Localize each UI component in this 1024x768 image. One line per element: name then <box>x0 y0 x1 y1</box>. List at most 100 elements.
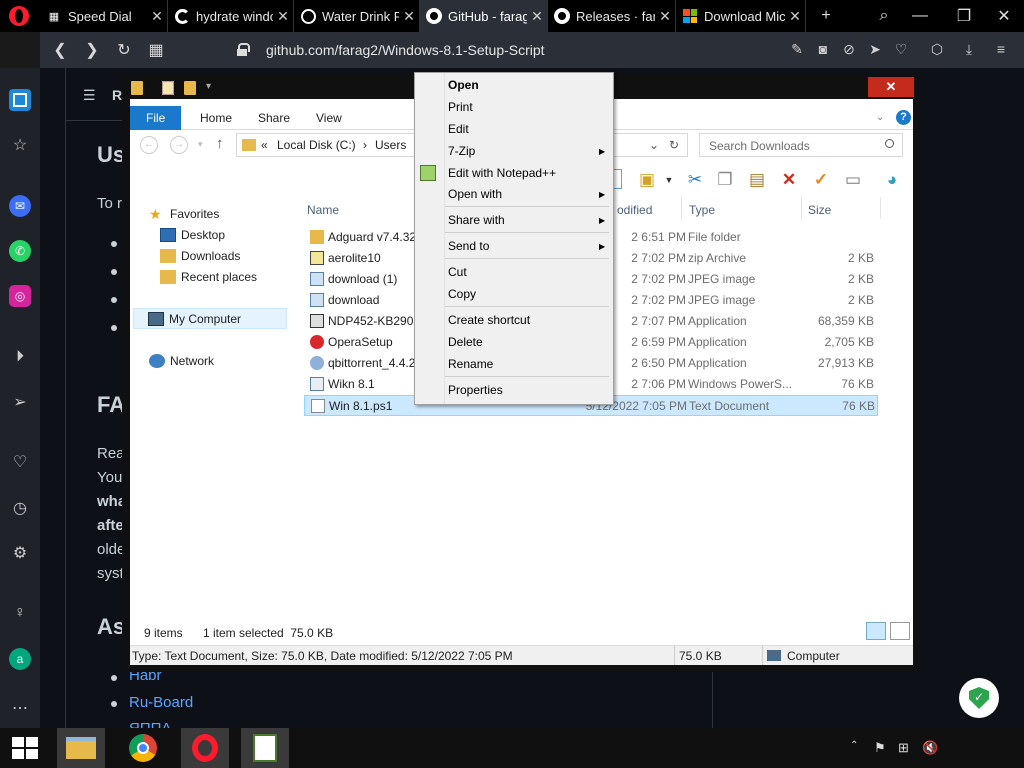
tab-hydrate[interactable]: hydrate windo ✕ <box>168 0 294 32</box>
column-size[interactable]: Size <box>808 203 831 217</box>
file-explorer-taskbar-button[interactable] <box>57 728 105 768</box>
refresh-icon[interactable]: ↻ <box>669 138 679 152</box>
checkmark-icon[interactable]: ✓ <box>810 169 832 191</box>
menu-item-cut[interactable]: Cut <box>448 265 467 279</box>
paste-icon[interactable]: ▤ <box>746 169 768 191</box>
vpn-shield-button[interactable]: ✓ <box>959 678 999 718</box>
heart-icon[interactable]: ♡ <box>892 41 910 58</box>
forward-icon[interactable]: ❯ <box>82 40 102 60</box>
menu-item-open-with[interactable]: Open with <box>448 187 502 201</box>
notepadpp-taskbar-button[interactable] <box>241 728 289 768</box>
player-icon[interactable]: ⏵ <box>9 346 31 368</box>
adblock-icon[interactable]: ⊘ <box>840 41 858 58</box>
tab-home[interactable]: Home <box>188 106 244 130</box>
delete-icon[interactable]: ✕ <box>778 169 800 191</box>
amazon-icon[interactable]: a <box>9 648 31 670</box>
search-input[interactable]: Search Downloads <box>699 133 903 157</box>
link-yappa[interactable]: ЯППА <box>129 720 171 728</box>
globe-icon[interactable]: ◕ <box>881 169 903 191</box>
lightbulb-icon[interactable]: ♀ <box>9 602 31 624</box>
qat-dropdown-icon[interactable]: ▾ <box>206 81 218 95</box>
heart-icon[interactable]: ♡ <box>9 451 31 473</box>
cut-icon[interactable]: ✂ <box>684 169 706 191</box>
restore-button[interactable]: ❐ <box>944 0 984 32</box>
close-icon[interactable]: ✕ <box>785 8 805 25</box>
menu-item-7zip[interactable]: 7-Zip <box>448 144 475 158</box>
tab-releases[interactable]: Releases · farc ✕ <box>548 0 676 32</box>
details-view-icon[interactable] <box>866 622 886 640</box>
send-icon[interactable]: ➢ <box>9 391 31 413</box>
chevron-down-icon[interactable]: ⌄ <box>649 138 659 152</box>
tab-file[interactable]: File <box>130 106 182 130</box>
list-icon[interactable]: ☰ <box>83 87 96 104</box>
reload-icon[interactable]: ↻ <box>114 40 134 60</box>
close-icon[interactable]: ✕ <box>399 8 419 25</box>
menu-item-copy[interactable]: Copy <box>448 287 476 301</box>
url-field[interactable]: github.com/farag2/Windows-8.1-Setup-Scri… <box>266 42 545 58</box>
action-center-flag-icon[interactable]: ⚑ <box>874 740 886 756</box>
menu-item-send-to[interactable]: Send to <box>448 239 489 253</box>
settings-icon[interactable]: ⚙ <box>9 542 31 564</box>
windows-start-icon[interactable] <box>12 737 38 759</box>
up-icon[interactable]: ↑ <box>216 135 224 152</box>
tab-github[interactable]: GitHub - farag ✕ <box>420 0 548 32</box>
new-tab-button[interactable]: + <box>806 0 846 32</box>
nav-network[interactable]: Network <box>149 354 214 368</box>
menu-item-print[interactable]: Print <box>448 100 473 114</box>
search-tabs-icon[interactable]: ⌕ <box>864 0 904 32</box>
cube-icon[interactable]: ⬡ <box>928 41 946 58</box>
column-name[interactable]: Name <box>307 203 339 217</box>
send-icon[interactable]: ➤ <box>866 41 884 58</box>
menu-icon[interactable]: ≡ <box>992 41 1010 57</box>
breadcrumb-local-disk[interactable]: Local Disk (C:) <box>277 138 356 152</box>
rename-icon[interactable]: ▭ <box>842 169 864 191</box>
messenger-icon[interactable]: ✉ <box>9 195 31 217</box>
properties-icon[interactable] <box>162 81 174 95</box>
close-icon[interactable]: ✕ <box>147 8 167 25</box>
nav-recent-places[interactable]: Recent places <box>160 270 257 284</box>
breadcrumb-overflow[interactable]: « <box>261 138 268 152</box>
large-icons-view-icon[interactable] <box>890 622 910 640</box>
star-icon[interactable]: ☆ <box>9 134 31 156</box>
download-icon[interactable]: ⤓ <box>960 41 978 58</box>
close-icon[interactable]: ✕ <box>655 8 675 25</box>
recent-dropdown-icon[interactable]: ▾ <box>198 139 203 150</box>
opera-taskbar-button[interactable] <box>181 728 229 768</box>
forward-button[interactable]: → <box>170 136 188 154</box>
history-icon[interactable]: ◷ <box>9 497 31 519</box>
minimize-button[interactable]: — <box>900 0 940 32</box>
instagram-icon[interactable]: ◎ <box>9 285 31 307</box>
more-icon[interactable]: ⋯ <box>9 697 31 719</box>
menu-item-create-shortcut[interactable]: Create shortcut <box>448 313 530 327</box>
back-icon[interactable]: ❮ <box>50 40 70 60</box>
back-button[interactable]: ← <box>140 136 158 154</box>
volume-muted-icon[interactable]: 🔇 <box>922 740 938 756</box>
link-ru-board[interactable]: Ru-Board <box>129 694 193 711</box>
close-window-button[interactable]: ✕ <box>984 0 1024 32</box>
close-icon[interactable]: ✕ <box>273 8 293 25</box>
close-icon[interactable]: ✕ <box>527 8 547 25</box>
copy-icon[interactable]: ❐ <box>714 169 736 191</box>
column-type[interactable]: Type <box>689 203 715 217</box>
opera-menu-icon[interactable] <box>9 6 29 26</box>
folder-check-icon[interactable]: ▣ <box>636 169 658 191</box>
home-icon[interactable] <box>9 89 31 111</box>
network-tray-icon[interactable]: ⊞ <box>898 740 909 756</box>
chrome-taskbar-button[interactable] <box>119 728 167 768</box>
menu-item-properties[interactable]: Properties <box>448 383 503 397</box>
menu-item-open[interactable]: Open <box>448 78 479 92</box>
column-divider[interactable] <box>681 197 682 219</box>
whatsapp-icon[interactable]: ✆ <box>9 240 31 262</box>
menu-item-edit-notepadpp[interactable]: Edit with Notepad++ <box>448 166 556 180</box>
column-divider[interactable] <box>801 197 802 219</box>
nav-my-computer[interactable]: My Computer <box>133 308 287 329</box>
column-divider[interactable] <box>880 197 881 219</box>
help-icon[interactable]: ? <box>896 110 911 125</box>
tab-grid-icon[interactable]: ▦ <box>146 40 166 60</box>
new-folder-icon[interactable] <box>184 81 196 95</box>
camera-icon[interactable]: ◙ <box>814 41 832 57</box>
tab-download-microsoft[interactable]: Download Mic ✕ <box>676 0 806 32</box>
tab-share[interactable]: Share <box>246 106 302 130</box>
chevron-down-icon[interactable]: ⌄ <box>876 112 884 123</box>
dropdown-icon[interactable]: ▼ <box>658 169 680 191</box>
